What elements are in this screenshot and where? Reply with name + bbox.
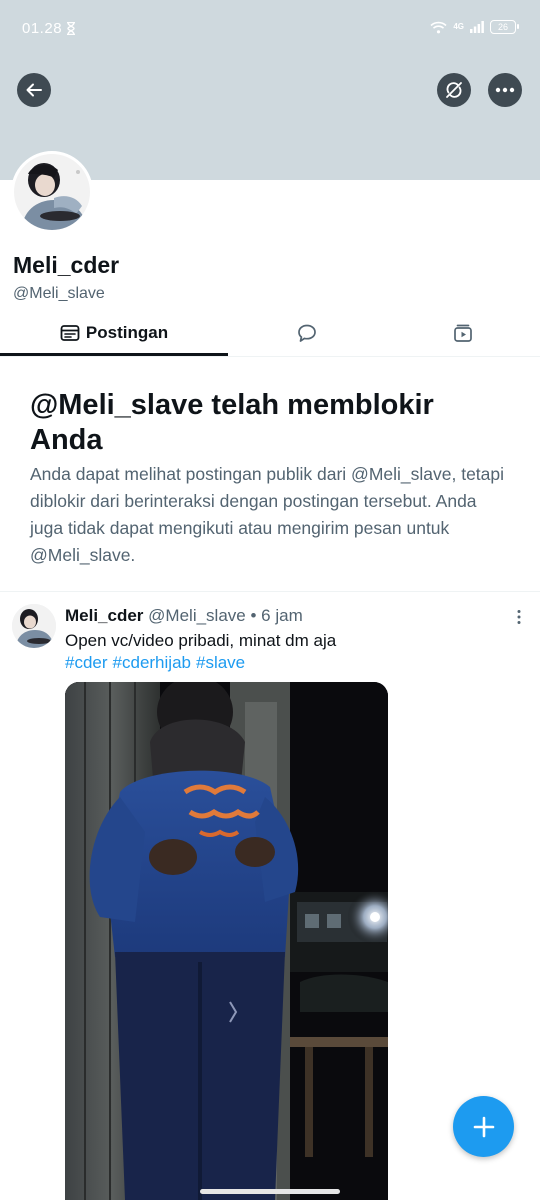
profile-handle: @Meli_slave: [13, 285, 105, 302]
hashtag-link[interactable]: #cder: [65, 653, 108, 672]
network-type: 4G: [453, 22, 464, 31]
arrow-left-icon: [26, 83, 42, 97]
tweet-time[interactable]: 6 jam: [261, 606, 303, 625]
profile-avatar[interactable]: [11, 151, 93, 233]
media-icon: [454, 324, 472, 342]
tab-posts-label: Postingan: [85, 323, 169, 342]
active-tab-indicator: [0, 353, 228, 356]
tweet-author-name[interactable]: Meli_cder: [65, 606, 143, 625]
tweet-media-image[interactable]: [65, 682, 388, 1200]
tab-media[interactable]: [386, 310, 540, 356]
back-button[interactable]: [17, 73, 51, 107]
more-options-button[interactable]: [488, 73, 522, 107]
replies-icon: [298, 324, 316, 342]
divider: [0, 591, 540, 592]
avatar-image: [14, 154, 90, 230]
tweet-avatar[interactable]: [12, 604, 56, 648]
wifi-icon: [430, 21, 447, 33]
compose-post-button[interactable]: [453, 1096, 514, 1157]
plus-icon: [473, 1116, 494, 1137]
more-horizontal-icon: [495, 87, 515, 93]
profile-tabs: Postingan: [0, 310, 540, 357]
battery-icon: 26: [490, 20, 519, 34]
sync-slash-icon: [446, 82, 462, 98]
profile-display-name: Meli_cder: [13, 252, 120, 278]
status-time: 01.28: [22, 20, 63, 37]
blocked-description: Anda dapat melihat postingan publik dari…: [30, 464, 505, 565]
sync-button[interactable]: [437, 73, 471, 107]
tweet-separator: •: [250, 606, 257, 625]
blocked-title: @Meli_slave telah memblokir Anda: [30, 389, 434, 456]
hashtag-link[interactable]: #slave: [196, 653, 245, 672]
photo: [65, 682, 388, 1200]
avatar-image: [12, 604, 56, 648]
battery-level: 26: [497, 22, 508, 32]
tab-posts[interactable]: Postingan: [0, 310, 228, 356]
status-bar: 01.28 4G 26: [0, 0, 540, 58]
tweet-text: Open vc/video pribadi, minat dm aja: [65, 631, 337, 650]
home-indicator[interactable]: [200, 1189, 340, 1194]
hourglass-icon: [67, 22, 75, 35]
more-vertical-icon[interactable]: [510, 608, 528, 626]
posts-icon: [60, 325, 80, 341]
tweet-author-handle[interactable]: @Meli_slave: [148, 606, 246, 625]
tweet-hashtags: #cder #cderhijab #slave: [65, 651, 250, 674]
tab-replies[interactable]: [228, 310, 386, 356]
hashtag-link[interactable]: #cderhijab: [113, 653, 191, 672]
signal-icon: [470, 21, 484, 33]
tweet-header: Meli_cder @Meli_slave • 6 jam: [65, 606, 303, 626]
